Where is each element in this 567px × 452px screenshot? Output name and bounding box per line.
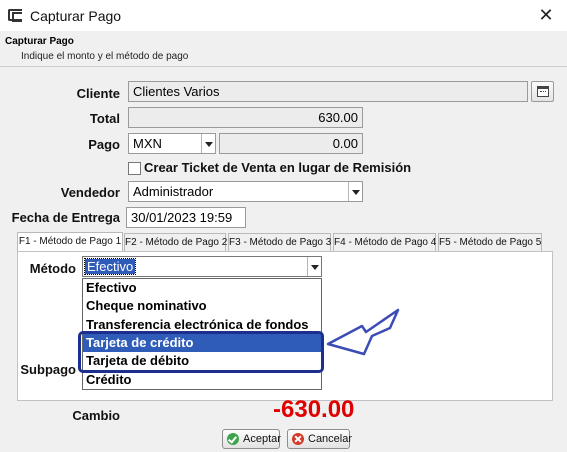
tab-metodo-pago-5[interactable]: F5 - Método de Pago 5 [438,233,542,251]
ticket-checkbox[interactable] [128,162,141,175]
close-icon[interactable]: ✕ [533,3,559,27]
total-field: 630.00 [128,107,363,128]
metodo-value: Efectivo [83,258,137,275]
pago-amount-field[interactable]: 0.00 [219,133,363,154]
moneda-select[interactable]: MXN [128,133,216,154]
total-label: Total [89,111,120,126]
app-window-icon [8,9,22,22]
vendedor-select[interactable]: Administrador [128,181,363,202]
ticket-checkbox-label: Crear Ticket de Venta en lugar de Remisi… [144,160,412,175]
cancel-button-label: Cancelar [308,433,353,445]
calendar-button[interactable] [531,81,554,102]
cancel-icon [292,433,304,445]
cancel-button[interactable]: Cancelar [287,429,353,449]
cambio-label: Cambio [72,408,120,423]
subpago-label: Subpago [20,362,76,377]
tab-metodo-pago-3[interactable]: F3 - Método de Pago 3 [228,233,331,251]
moneda-value: MXN [133,136,162,151]
fecha-entrega-label: Fecha de Entrega [11,210,120,225]
dialog-header: Capturar Pago Indique el monto y el méto… [0,31,567,67]
accept-button[interactable]: Aceptar [222,429,281,449]
vendedor-value: Administrador [133,184,214,199]
arrow-pointer-icon [326,308,400,356]
pago-label: Pago [88,137,120,152]
fecha-entrega-field[interactable]: 30/01/2023 19:59 [126,207,246,228]
chevron-down-icon[interactable] [307,257,321,276]
check-icon [227,433,239,445]
tab-metodo-pago-2[interactable]: F2 - Método de Pago 2 [124,233,227,251]
window-title: Capturar Pago [30,8,122,24]
metodo-label: Método [29,261,76,276]
option-credito[interactable]: Crédito [83,371,321,389]
calendar-icon [537,86,549,97]
cliente-field[interactable]: Clientes Varios [128,81,528,102]
chevron-down-icon[interactable] [348,182,362,201]
cliente-label: Cliente [76,86,120,101]
tab-metodo-pago-4[interactable]: F4 - Método de Pago 4 [333,233,436,251]
vendedor-label: Vendedor [60,185,120,200]
dialog-header-title: Capturar Pago [5,36,74,47]
window-titlebar: Capturar Pago ✕ [0,0,567,31]
metodo-select[interactable]: Efectivo [82,256,322,277]
option-cheque-nominativo[interactable]: Cheque nominativo [83,297,321,315]
chevron-down-icon[interactable] [201,134,215,153]
highlight-callout-box [78,331,324,373]
cambio-amount: -630.00 [273,396,355,423]
tab-metodo-pago-1[interactable]: F1 - Método de Pago 1 [17,232,123,252]
option-efectivo[interactable]: Efectivo [83,279,321,297]
dialog-header-subtitle: Indique el monto y el método de pago [21,51,189,62]
accept-button-label: Aceptar [243,433,281,445]
